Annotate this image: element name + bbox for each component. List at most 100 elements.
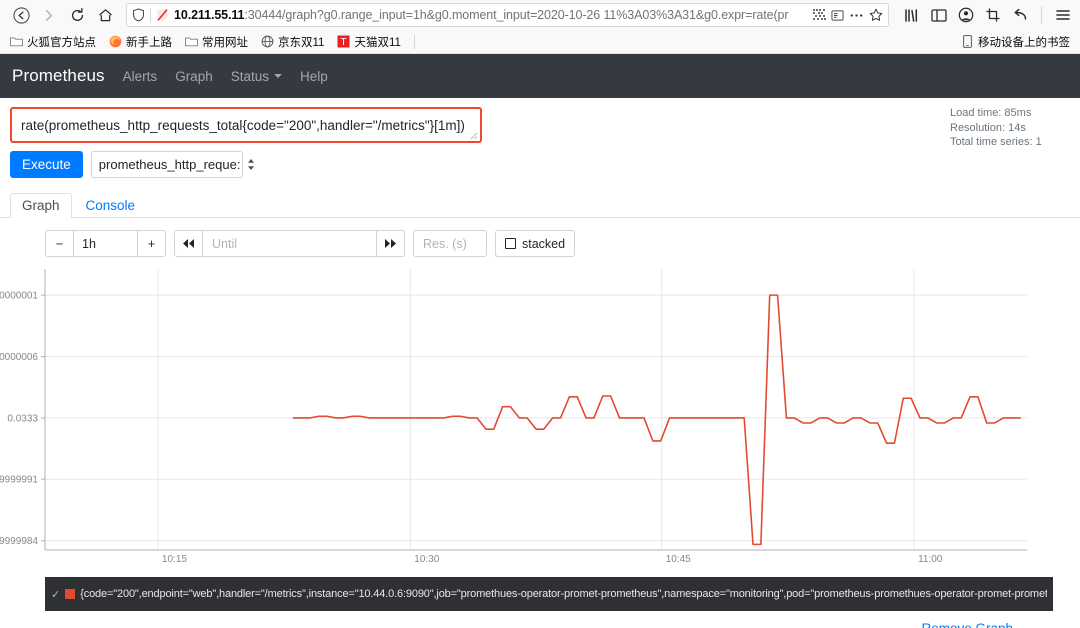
metric-select-value: prometheus_http_reque:	[98, 157, 241, 172]
bookmark-label: 京东双11	[278, 36, 325, 49]
graph-footer: Remove Graph	[0, 611, 1080, 628]
x-axis-tick-label: 11:00	[918, 554, 943, 565]
nav-item-alerts[interactable]: Alerts	[123, 69, 158, 84]
resolution-input[interactable]: Res. (s)	[413, 230, 487, 257]
step-forward-button[interactable]	[376, 230, 405, 257]
reload-icon[interactable]	[64, 2, 90, 28]
stacked-label: stacked	[522, 236, 566, 251]
increase-label: +	[147, 236, 156, 251]
x-axis-tick-label: 10:45	[666, 554, 691, 565]
decrease-range-button[interactable]: −	[45, 230, 74, 257]
bookmark-item-0[interactable]: 火狐官方站点	[10, 34, 96, 50]
bookmark-label: 火狐官方站点	[27, 36, 96, 49]
bookmark-item-3[interactable]: 京东双11	[261, 34, 324, 50]
sidebar-icon[interactable]	[930, 6, 948, 24]
undo-close-tab-icon[interactable]	[1011, 6, 1029, 24]
tab-console[interactable]: Console	[74, 193, 148, 218]
total-time-series: Total time series: 1	[950, 136, 1042, 148]
y-axis-tick-label: 0.03329999999991	[0, 475, 38, 486]
bookmark-item-mobile[interactable]: 移动设备上的书签	[961, 34, 1070, 50]
globe-icon	[261, 35, 274, 48]
increase-range-button[interactable]: +	[137, 230, 166, 257]
remove-graph-link[interactable]: Remove Graph	[921, 621, 1013, 628]
execute-label: Execute	[22, 157, 71, 172]
menu-icon[interactable]	[1054, 6, 1072, 24]
until-input[interactable]: Until	[202, 230, 377, 257]
url-divider	[150, 7, 151, 23]
checkmark-icon: ✓	[51, 588, 61, 601]
checkbox-icon	[505, 238, 516, 249]
step-backward-button[interactable]	[174, 230, 203, 257]
tab-graph[interactable]: Graph	[10, 193, 72, 218]
qr-code-icon[interactable]	[813, 8, 826, 22]
resolution-placeholder: Res. (s)	[423, 236, 467, 251]
select-arrows-icon	[247, 158, 255, 171]
nav-label: Status	[230, 68, 269, 84]
query-stats: Load time: 85ms Resolution: 14s Total ti…	[950, 106, 1070, 150]
bookmark-item-1[interactable]: 新手上路	[109, 34, 172, 50]
bookmark-item-4[interactable]: T 天猫双11	[337, 34, 401, 50]
resize-grip-icon[interactable]	[468, 130, 478, 140]
url-host: 10.211.55.11	[174, 8, 245, 22]
bookmark-divider	[413, 34, 415, 49]
expression-text: rate(prometheus_http_requests_total{code…	[21, 117, 465, 133]
home-icon[interactable]	[92, 2, 118, 28]
nav-label: Alerts	[122, 68, 158, 84]
bookmarks-bar: 火狐官方站点 新手上路 常用网址 京东双11 T 天猫双11 移动设备上的书签	[0, 30, 1080, 54]
decrease-label: −	[55, 236, 64, 251]
more-actions-icon[interactable]	[849, 9, 864, 22]
chart-canvas[interactable]: 0.03330000000001 0.03330000000006 0.0333 0.…	[0, 267, 1080, 577]
back-arrow-icon[interactable]	[8, 2, 34, 28]
tmall-icon: T	[337, 35, 350, 48]
bookmark-label: 天猫双11	[354, 36, 401, 49]
graph-chart[interactable]: 0.03330000000001 0.03330000000006 0.0333 0.…	[0, 267, 1080, 577]
tab-label: Console	[85, 198, 136, 213]
shield-icon[interactable]	[132, 8, 145, 22]
nav-item-graph[interactable]: Graph	[175, 69, 213, 84]
brand-title[interactable]: Prometheus	[12, 66, 105, 86]
chart-legend[interactable]: ✓ {code="200",endpoint="web",handler="/m…	[45, 577, 1053, 611]
bookmark-label: 常用网址	[202, 36, 248, 49]
url-bar[interactable]: 10.211.55.11:30444/graph?g0.range_input=…	[126, 3, 889, 27]
load-time: Load time: 85ms	[950, 107, 1032, 119]
folder-icon	[185, 35, 198, 48]
nav-label: Help	[300, 68, 328, 84]
chevron-down-icon	[274, 74, 282, 78]
range-input[interactable]: 1h	[73, 230, 138, 257]
url-text[interactable]: 10.211.55.11:30444/graph?g0.range_input=…	[174, 8, 808, 22]
forward-arrow-icon	[36, 2, 62, 28]
tracking-protection-off-icon[interactable]	[156, 8, 169, 22]
screenshot-icon[interactable]	[984, 6, 1002, 24]
library-icon[interactable]	[903, 6, 921, 24]
metric-select[interactable]: prometheus_http_reque:	[90, 151, 255, 178]
bookmark-label: 移动设备上的书签	[978, 36, 1070, 49]
query-panel: rate(prometheus_http_requests_total{code…	[0, 98, 1080, 178]
reader-view-icon[interactable]	[831, 9, 844, 22]
execute-button[interactable]: Execute	[10, 151, 83, 178]
bookmark-item-2[interactable]: 常用网址	[185, 34, 248, 50]
stacked-toggle[interactable]: stacked	[495, 230, 576, 257]
y-axis-tick-label: 0.03330000000001	[0, 291, 38, 302]
browser-toolbar: 10.211.55.11:30444/graph?g0.range_input=…	[0, 0, 1080, 30]
x-axis-tick-label: 10:30	[414, 554, 439, 565]
folder-icon	[10, 35, 23, 48]
toolbar-right-group	[897, 6, 1072, 24]
mobile-icon	[961, 35, 974, 48]
expression-row: rate(prometheus_http_requests_total{code…	[10, 107, 1070, 143]
time-input-group: Until	[174, 230, 405, 257]
nav-item-status[interactable]: Status	[231, 69, 282, 84]
bookmark-label: 新手上路	[126, 36, 172, 49]
account-icon[interactable]	[957, 6, 975, 24]
y-axis-tick-label: 0.03329999999984	[0, 536, 38, 547]
firefox-icon	[109, 35, 122, 48]
step-backward-icon	[183, 239, 194, 248]
x-axis-tick-label: 10:15	[162, 554, 187, 565]
execute-row: Execute prometheus_http_reque:	[10, 151, 1070, 178]
star-bookmark-icon[interactable]	[869, 8, 883, 22]
panel-tabs: Graph Console	[0, 190, 1080, 218]
range-input-group: − 1h +	[45, 230, 166, 257]
nav-item-help[interactable]: Help	[300, 69, 328, 84]
step-forward-icon	[385, 239, 396, 248]
legend-series-label: {code="200",endpoint="web",handler="/met…	[80, 588, 1047, 600]
expression-input[interactable]: rate(prometheus_http_requests_total{code…	[10, 107, 482, 143]
